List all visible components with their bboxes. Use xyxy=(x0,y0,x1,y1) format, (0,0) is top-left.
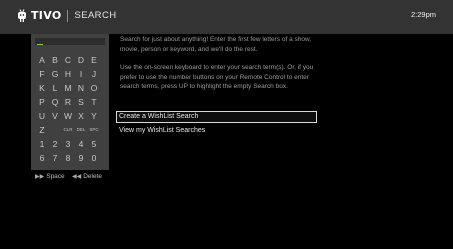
key-2[interactable]: 2 xyxy=(49,139,61,149)
key-b[interactable]: B xyxy=(49,55,61,65)
key-l[interactable]: L xyxy=(49,83,61,93)
key-8[interactable]: 8 xyxy=(62,153,74,163)
rewind-icon: ◀◀ xyxy=(72,174,82,180)
key-7[interactable]: 7 xyxy=(49,153,61,163)
key-delete[interactable]: DEL xyxy=(75,125,87,135)
key-s[interactable]: S xyxy=(75,97,87,107)
fast-forward-icon: ▶▶ xyxy=(35,174,45,180)
key-e[interactable]: E xyxy=(88,55,100,65)
key-a[interactable]: A xyxy=(36,55,48,65)
key-5[interactable]: 5 xyxy=(88,139,100,149)
header-divider xyxy=(67,10,69,22)
key-j[interactable]: J xyxy=(88,69,100,79)
space-hint-label: Space xyxy=(46,173,65,180)
key-y[interactable]: Y xyxy=(88,111,100,121)
tivo-guy-icon xyxy=(18,9,26,22)
space-hint: ▶▶ Space xyxy=(35,173,65,180)
key-0[interactable]: 0 xyxy=(88,153,100,163)
search-screen: TIVO SEARCH 2:29pm A B C D E F G H I J K… xyxy=(0,0,453,249)
key-p[interactable]: P xyxy=(36,97,48,107)
key-u[interactable]: U xyxy=(36,111,48,121)
text-cursor xyxy=(37,44,43,45)
search-input[interactable] xyxy=(35,38,105,45)
header-bar: TIVO SEARCH 2:29pm xyxy=(0,0,453,34)
view-wishlist-searches-item[interactable]: View my WishList Searches xyxy=(117,126,316,136)
key-space[interactable]: SPC xyxy=(88,125,100,135)
key-v[interactable]: V xyxy=(49,111,61,121)
clock: 2:29pm xyxy=(410,10,436,19)
key-n[interactable]: N xyxy=(75,83,87,93)
key-t[interactable]: T xyxy=(88,97,100,107)
key-clear[interactable]: CLR xyxy=(62,125,74,135)
key-9[interactable]: 9 xyxy=(75,153,87,163)
key-f[interactable]: F xyxy=(36,69,48,79)
instructions-detail: Use the on-screen keyboard to enter your… xyxy=(120,64,314,91)
key-3[interactable]: 3 xyxy=(62,139,74,149)
tivo-logo: TIVO SEARCH xyxy=(17,9,116,23)
key-z[interactable]: Z xyxy=(36,125,48,135)
key-q[interactable]: Q xyxy=(49,97,61,107)
key-6[interactable]: 6 xyxy=(36,153,48,163)
key-k[interactable]: K xyxy=(36,83,48,93)
key-c[interactable]: C xyxy=(62,55,74,65)
key-g[interactable]: G xyxy=(49,69,61,79)
key-d[interactable]: D xyxy=(75,55,87,65)
key-4[interactable]: 4 xyxy=(75,139,87,149)
key-o[interactable]: O xyxy=(88,83,100,93)
page-title: SEARCH xyxy=(74,10,117,21)
key-h[interactable]: H xyxy=(62,69,74,79)
key-1[interactable]: 1 xyxy=(36,139,48,149)
delete-hint-label: Delete xyxy=(83,173,103,180)
key-w[interactable]: W xyxy=(62,111,74,121)
instructions-intro: Search for just about anything! Enter th… xyxy=(120,36,312,53)
create-wishlist-search-item[interactable]: Create a WishList Search xyxy=(116,111,317,123)
brand-name: TIVO xyxy=(31,9,62,22)
key-i[interactable]: I xyxy=(75,69,87,79)
key-m[interactable]: M xyxy=(62,83,74,93)
delete-hint: ◀◀ Delete xyxy=(72,173,102,180)
key-r[interactable]: R xyxy=(62,97,74,107)
key-x[interactable]: X xyxy=(75,111,87,121)
